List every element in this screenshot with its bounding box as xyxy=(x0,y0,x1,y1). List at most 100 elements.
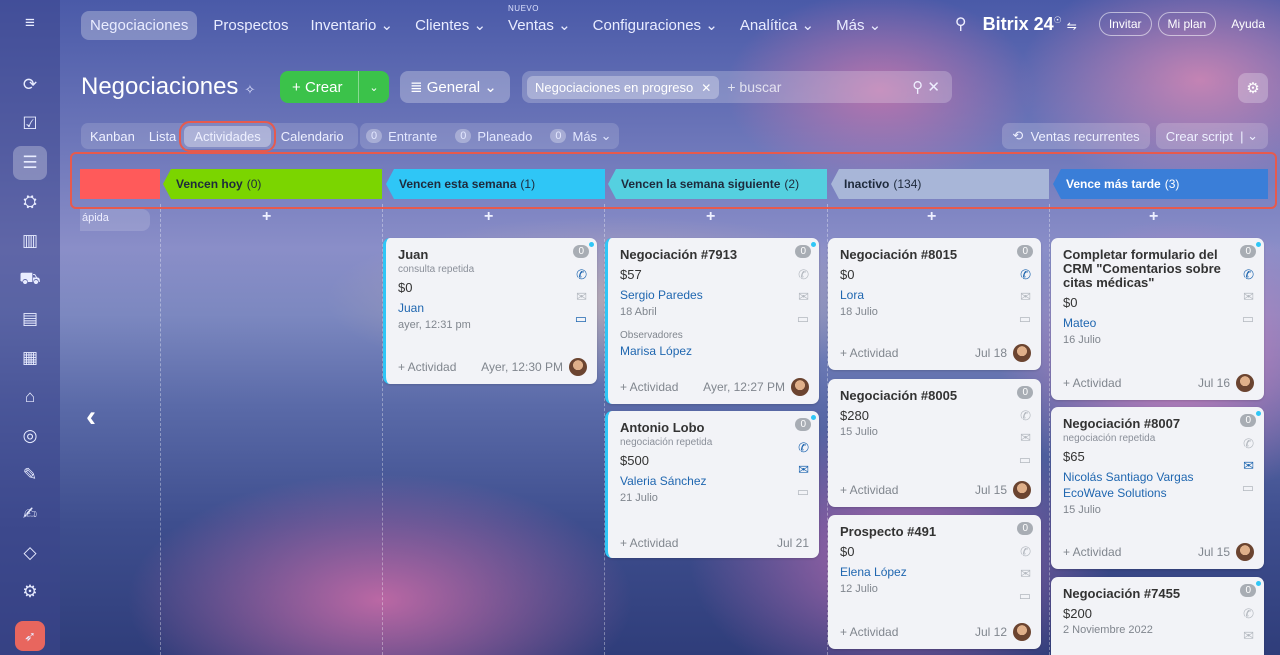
avatar[interactable] xyxy=(1013,481,1031,499)
phone-icon[interactable]: ✆ xyxy=(1243,606,1254,622)
mail-icon[interactable]: ✉ xyxy=(1020,566,1031,582)
card-contact[interactable]: Mateo xyxy=(1063,315,1252,331)
chat-icon[interactable]: ▭ xyxy=(797,484,809,500)
mail-icon[interactable]: ✉ xyxy=(576,289,587,305)
invite-button[interactable]: Invitar xyxy=(1098,12,1152,36)
nav-clientes[interactable]: Clientes ⌄ xyxy=(415,16,486,34)
chevron-down-icon[interactable]: ⌄ xyxy=(359,81,389,94)
chat-icon[interactable]: ▭ xyxy=(1242,311,1254,327)
box-icon[interactable]: ◇ xyxy=(13,536,47,570)
feed-icon[interactable]: ⟳ xyxy=(13,68,47,102)
chat-icon[interactable]: ▭ xyxy=(575,311,587,327)
counter-planeado[interactable]: 0 Planeado xyxy=(455,129,532,144)
search-icon[interactable]: ⚲ xyxy=(955,14,967,34)
chat-icon[interactable]: ▭ xyxy=(1019,452,1031,468)
deal-card[interactable]: 0 Negociación #8005 $280 15 Julio ✆ ✉ ▭ … xyxy=(828,379,1041,507)
deal-card[interactable]: 0 Juan consulta repetida $0 Juan ayer, 1… xyxy=(383,238,597,384)
chat-icon[interactable]: ▭ xyxy=(1019,311,1031,327)
add-plus-icon[interactable]: + xyxy=(1149,208,1158,226)
rocket-icon[interactable]: ➶ xyxy=(15,621,45,651)
add-plus-icon[interactable]: + xyxy=(262,208,271,226)
stage-vence-mas-tarde[interactable]: Vence más tarde (3) xyxy=(1053,169,1268,199)
add-activity-link[interactable]: + Actividad xyxy=(1063,545,1121,559)
mail-icon[interactable]: ✉ xyxy=(798,462,809,478)
nav-analitica[interactable]: Analítica ⌄ xyxy=(740,16,814,34)
add-activity-link[interactable]: + Actividad xyxy=(840,625,898,639)
add-plus-icon[interactable]: + xyxy=(484,208,493,226)
stage-vencen-esta-semana[interactable]: Vencen esta semana (1) xyxy=(386,169,605,199)
card-contact[interactable]: Juan xyxy=(398,300,585,316)
analytics-icon[interactable]: ▥ xyxy=(13,224,47,258)
cart-icon[interactable]: ⛟ xyxy=(13,263,47,297)
deal-card[interactable]: 0 Negociación #8007 negociación repetida… xyxy=(1051,407,1264,569)
observer-name[interactable]: Marisa López xyxy=(620,343,807,359)
card-title[interactable]: Negociación #8007 xyxy=(1063,417,1223,431)
card-contact[interactable]: Lora xyxy=(840,287,1029,303)
phone-icon[interactable]: ✆ xyxy=(1243,436,1254,452)
card-title[interactable]: Negociación #7913 xyxy=(620,248,780,262)
quick-add-tab[interactable]: ápida xyxy=(80,209,150,231)
create-button-label[interactable]: + Crear xyxy=(280,71,359,103)
phone-icon[interactable]: ✆ xyxy=(1243,267,1254,283)
add-activity-link[interactable]: + Actividad xyxy=(840,483,898,497)
close-icon[interactable]: ✕ xyxy=(701,81,711,95)
target-icon[interactable]: ◎ xyxy=(13,419,47,453)
deal-card[interactable]: 0 Antonio Lobo negociación repetida $500… xyxy=(605,411,819,558)
search-input[interactable]: Negociaciones en progreso ✕ + buscar ⚲ ✕ xyxy=(522,71,952,103)
card-company[interactable]: EcoWave Solutions xyxy=(1063,485,1252,501)
deal-card[interactable]: 0 Negociación #7913 $57 Sergio Paredes 1… xyxy=(605,238,819,404)
nav-ventas[interactable]: NUEVO Ventas ⌄ xyxy=(508,4,571,34)
add-activity-link[interactable]: + Actividad xyxy=(620,380,678,394)
general-pipeline-button[interactable]: ≣ General ⌄ xyxy=(400,71,510,103)
deal-card[interactable]: 0 Negociación #8015 $0 Lora 18 Julio ✆ ✉… xyxy=(828,238,1041,370)
filter-chip[interactable]: Negociaciones en progreso ✕ xyxy=(527,75,720,99)
menu-icon[interactable]: ≡ xyxy=(13,6,47,40)
contact-center-icon[interactable]: ▤ xyxy=(13,302,47,336)
tab-actividades[interactable]: Actividades xyxy=(179,120,276,152)
phone-icon[interactable]: ✆ xyxy=(798,267,809,283)
card-title[interactable]: Juan xyxy=(398,248,558,262)
phone-icon[interactable]: ✆ xyxy=(1020,267,1031,283)
mail-icon[interactable]: ✉ xyxy=(1243,289,1254,305)
chat-icon[interactable]: ▭ xyxy=(1019,588,1031,604)
avatar[interactable] xyxy=(1236,374,1254,392)
nav-prospectos[interactable]: Prospectos xyxy=(213,17,288,34)
stage-vencen-semana-siguiente[interactable]: Vencen la semana siguiente (2) xyxy=(608,169,827,199)
chat-icon[interactable]: ▭ xyxy=(1242,480,1254,496)
mail-icon[interactable]: ✉ xyxy=(1243,628,1254,644)
deal-card[interactable]: 0 Completar formulario del CRM "Comentar… xyxy=(1051,238,1264,400)
search-clear-icons[interactable]: ⚲ ✕ xyxy=(912,78,940,96)
phone-icon[interactable]: ✆ xyxy=(1020,544,1031,560)
avatar[interactable] xyxy=(569,358,587,376)
card-contact[interactable]: Valeria Sánchez xyxy=(620,473,807,489)
avatar[interactable] xyxy=(1013,344,1031,362)
chevron-left-icon[interactable]: ‹ xyxy=(86,400,96,434)
add-activity-link[interactable]: + Actividad xyxy=(1063,376,1121,390)
phone-icon[interactable]: ✆ xyxy=(1020,408,1031,424)
crm-filter-icon[interactable]: ☰ xyxy=(13,146,47,180)
avatar[interactable] xyxy=(791,378,809,396)
card-title[interactable]: Negociación #8015 xyxy=(840,248,1000,262)
gear-icon[interactable]: ⚙ xyxy=(1238,73,1268,103)
add-activity-link[interactable]: + Actividad xyxy=(620,536,678,550)
mail-icon[interactable]: ✉ xyxy=(1243,458,1254,474)
help-button[interactable]: Ayuda xyxy=(1222,13,1274,35)
pin-icon[interactable]: ✧ xyxy=(244,82,255,97)
tab-lista[interactable]: Lista xyxy=(149,129,176,144)
add-activity-link[interactable]: + Actividad xyxy=(398,360,456,374)
create-script-button[interactable]: Crear script | ⌄ xyxy=(1155,123,1268,149)
deal-card[interactable]: 0 Negociación #7455 $200 2 Noviembre 202… xyxy=(1051,577,1264,655)
mail-icon[interactable]: ✉ xyxy=(1020,289,1031,305)
nav-configuraciones[interactable]: Configuraciones ⌄ xyxy=(593,16,718,34)
counter-entrante[interactable]: 0 Entrante xyxy=(366,129,437,144)
stage-vencen-hoy[interactable]: Vencen hoy (0) xyxy=(163,169,382,199)
brand-logo[interactable]: Bitrix 24☉ ⇋ xyxy=(983,14,1077,35)
nav-inventario[interactable]: Inventario ⌄ xyxy=(310,16,393,34)
sign-icon[interactable]: ✍ xyxy=(13,497,47,531)
tab-kanban[interactable]: Kanban xyxy=(90,129,135,144)
nav-mas[interactable]: Más ⌄ xyxy=(836,16,881,34)
calendar-icon[interactable]: ▦ xyxy=(13,341,47,375)
card-contact[interactable]: Elena López xyxy=(840,564,1029,580)
tab-calendario[interactable]: Calendario xyxy=(281,129,344,144)
nav-negociaciones[interactable]: Negociaciones xyxy=(81,10,198,40)
